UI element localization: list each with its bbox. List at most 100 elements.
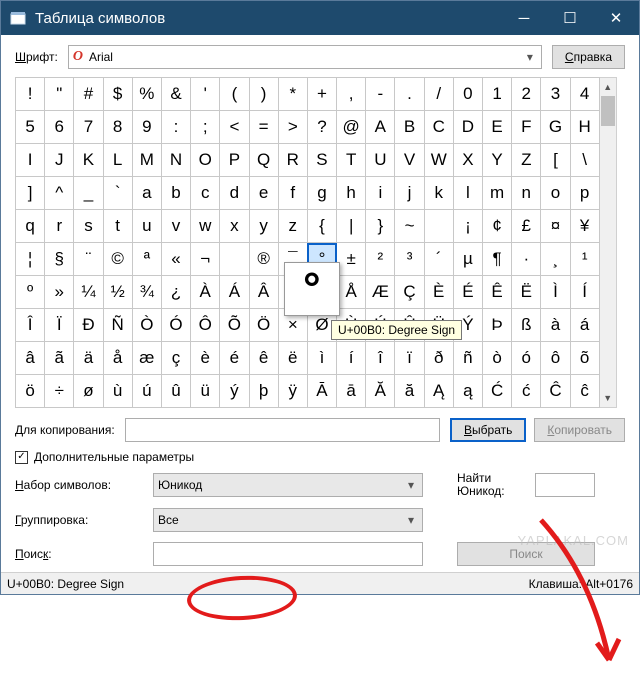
char-cell[interactable]: ¿ — [161, 276, 190, 309]
char-cell[interactable]: A — [366, 111, 395, 144]
char-cell[interactable]: å — [103, 342, 132, 375]
char-cell[interactable]: & — [161, 78, 190, 111]
char-cell[interactable]: Ó — [161, 309, 190, 342]
char-cell[interactable]: ¤ — [541, 210, 570, 243]
char-cell[interactable]: r — [45, 210, 74, 243]
char-cell[interactable]: ã — [45, 342, 74, 375]
char-cell[interactable]: þ — [249, 375, 278, 408]
char-cell[interactable]: ý — [220, 375, 249, 408]
char-cell[interactable]: ñ — [453, 342, 482, 375]
char-cell[interactable]: ¦ — [16, 243, 45, 276]
char-cell[interactable]: _ — [74, 177, 103, 210]
char-cell[interactable]: Ĉ — [541, 375, 570, 408]
char-cell[interactable]: ¶ — [483, 243, 512, 276]
char-cell[interactable]: = — [249, 111, 278, 144]
char-cell[interactable] — [424, 210, 453, 243]
char-cell[interactable]: ? — [307, 111, 336, 144]
char-cell[interactable]: t — [103, 210, 132, 243]
char-cell[interactable]: s — [74, 210, 103, 243]
char-cell[interactable]: Ñ — [103, 309, 132, 342]
char-cell[interactable]: g — [307, 177, 336, 210]
char-cell[interactable]: Ö — [249, 309, 278, 342]
char-cell[interactable]: ¬ — [191, 243, 220, 276]
scroll-down-icon[interactable]: ▼ — [600, 389, 616, 407]
char-cell[interactable]: p — [570, 177, 599, 210]
char-cell[interactable]: Ć — [483, 375, 512, 408]
scroll-up-icon[interactable]: ▲ — [600, 78, 616, 96]
advanced-checkbox[interactable]: ✓ — [15, 451, 28, 464]
minimize-button[interactable]: ─ — [501, 1, 547, 35]
char-cell[interactable]: Å — [337, 276, 366, 309]
char-cell[interactable]: ą — [453, 375, 482, 408]
char-cell[interactable]: ! — [16, 78, 45, 111]
char-cell[interactable]: O — [191, 144, 220, 177]
char-cell[interactable]: Õ — [220, 309, 249, 342]
char-cell[interactable]: æ — [132, 342, 161, 375]
char-cell[interactable]: ë — [278, 342, 307, 375]
char-cell[interactable]: ú — [132, 375, 161, 408]
char-cell[interactable]: è — [191, 342, 220, 375]
scroll-thumb[interactable] — [601, 96, 615, 126]
char-cell[interactable]: z — [278, 210, 307, 243]
char-cell[interactable]: ç — [161, 342, 190, 375]
char-cell[interactable]: Ê — [483, 276, 512, 309]
char-cell[interactable]: $ — [103, 78, 132, 111]
scroll-track[interactable] — [600, 96, 616, 389]
char-cell[interactable]: : — [161, 111, 190, 144]
char-cell[interactable]: ± — [337, 243, 366, 276]
char-cell[interactable]: º — [16, 276, 45, 309]
char-cell[interactable]: À — [191, 276, 220, 309]
char-cell[interactable]: È — [424, 276, 453, 309]
char-cell[interactable]: ³ — [395, 243, 424, 276]
char-cell[interactable]: 2 — [512, 78, 541, 111]
char-cell[interactable]: a — [132, 177, 161, 210]
char-cell[interactable]: ( — [220, 78, 249, 111]
char-cell[interactable]: ] — [16, 177, 45, 210]
char-cell[interactable]: · — [512, 243, 541, 276]
char-grid[interactable]: !"#$%&'()*+,-./0123456789:;<=>?@ABCDEFGH… — [15, 77, 600, 408]
char-cell[interactable]: ^ — [45, 177, 74, 210]
char-cell[interactable]: õ — [570, 342, 599, 375]
char-cell[interactable]: ² — [366, 243, 395, 276]
char-cell[interactable]: x — [220, 210, 249, 243]
char-cell[interactable]: ¹ — [570, 243, 599, 276]
char-cell[interactable]: S — [307, 144, 336, 177]
char-cell[interactable]: Á — [220, 276, 249, 309]
char-cell[interactable]: > — [278, 111, 307, 144]
char-cell[interactable]: Q — [249, 144, 278, 177]
char-cell[interactable]: W — [424, 144, 453, 177]
char-cell[interactable]: Ï — [45, 309, 74, 342]
char-cell[interactable]: ä — [74, 342, 103, 375]
char-cell[interactable]: 3 — [541, 78, 570, 111]
char-cell[interactable]: < — [220, 111, 249, 144]
char-cell[interactable]: I — [16, 144, 45, 177]
char-cell[interactable]: ă — [395, 375, 424, 408]
char-cell[interactable]: © — [103, 243, 132, 276]
char-cell[interactable]: Ì — [541, 276, 570, 309]
char-cell[interactable]: T — [337, 144, 366, 177]
char-cell[interactable]: 9 — [132, 111, 161, 144]
char-cell[interactable]: Þ — [483, 309, 512, 342]
char-cell[interactable]: # — [74, 78, 103, 111]
char-cell[interactable]: [ — [541, 144, 570, 177]
char-cell[interactable]: , — [337, 78, 366, 111]
char-cell[interactable]: d — [220, 177, 249, 210]
char-cell[interactable]: X — [453, 144, 482, 177]
char-cell[interactable]: @ — [337, 111, 366, 144]
char-cell[interactable]: Ā — [307, 375, 336, 408]
char-cell[interactable]: 7 — [74, 111, 103, 144]
char-cell[interactable]: µ — [453, 243, 482, 276]
char-cell[interactable]: ¸ — [541, 243, 570, 276]
char-cell[interactable]: m — [483, 177, 512, 210]
char-cell[interactable]: ´ — [424, 243, 453, 276]
char-cell[interactable]: v — [161, 210, 190, 243]
char-cell[interactable]: ¨ — [74, 243, 103, 276]
char-cell[interactable]: - — [366, 78, 395, 111]
font-select[interactable]: O Arial ▾ — [68, 45, 542, 69]
char-cell[interactable]: u — [132, 210, 161, 243]
char-cell[interactable]: Ð — [74, 309, 103, 342]
char-cell[interactable]: c — [191, 177, 220, 210]
char-cell[interactable]: ¢ — [483, 210, 512, 243]
char-cell[interactable]: L — [103, 144, 132, 177]
char-cell[interactable]: ¥ — [570, 210, 599, 243]
